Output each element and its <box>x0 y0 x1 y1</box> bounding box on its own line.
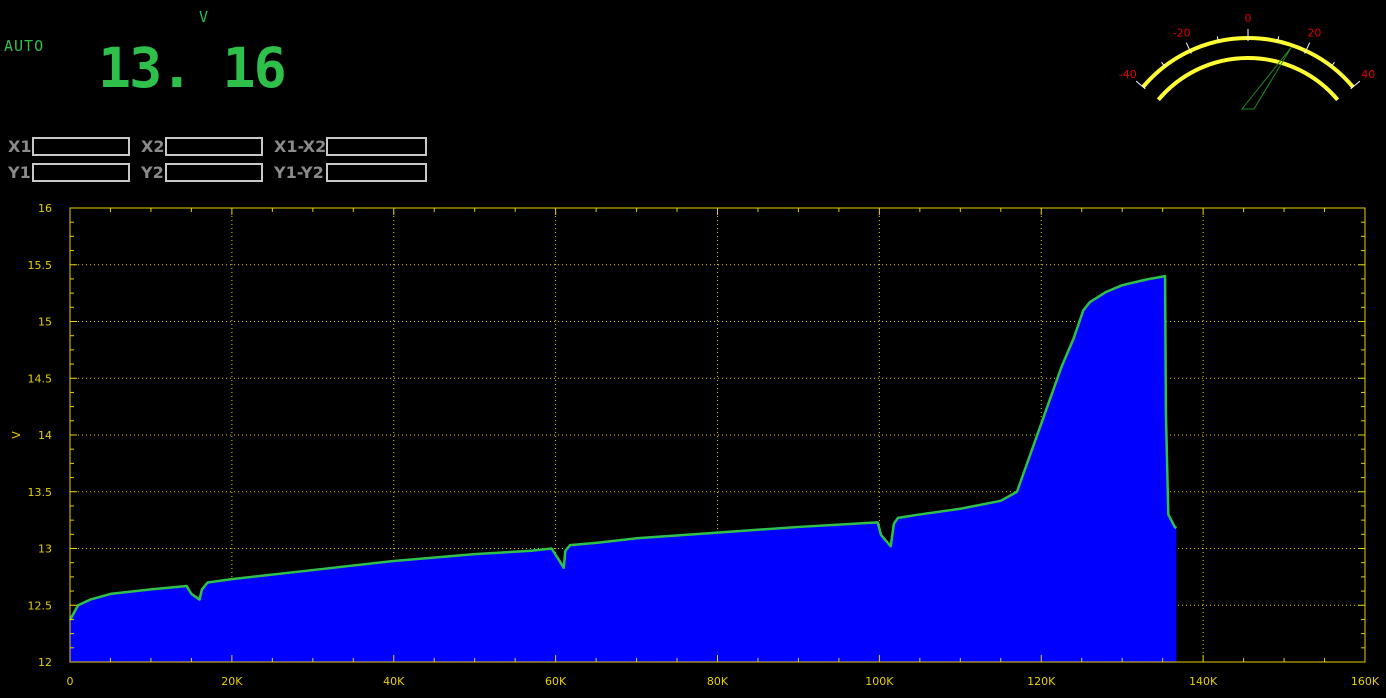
x-tick-label: 160K <box>1351 675 1380 688</box>
x-tick-label: 140K <box>1189 675 1218 688</box>
y-tick-label: 15 <box>38 316 52 329</box>
y-tick-label: 15.5 <box>28 259 53 272</box>
x-tick-label: 60K <box>545 675 567 688</box>
y-tick-label: 13.5 <box>28 486 53 499</box>
y-axis-label: V <box>10 431 23 439</box>
y-tick-label: 16 <box>38 202 52 215</box>
y-tick-label: 12.5 <box>28 599 53 612</box>
x-tick-label: 100K <box>865 675 894 688</box>
x-tick-label: 80K <box>707 675 729 688</box>
y-tick-label: 13 <box>38 543 52 556</box>
voltage-chart: 0 20K 40K 60K 80K 100K 120K 140K 160K 12 12.5 13 13.… <box>10 202 1380 688</box>
x-tick-label: 40K <box>383 675 405 688</box>
y-tick-label: 12 <box>38 656 52 669</box>
series-area <box>70 276 1177 662</box>
x-tick-label: 20K <box>221 675 243 688</box>
x-tick-label: 0 <box>67 675 74 688</box>
x-tick-label: 120K <box>1027 675 1056 688</box>
y-tick-label: 14.5 <box>28 372 53 385</box>
y-tick-label: 14 <box>38 429 52 442</box>
